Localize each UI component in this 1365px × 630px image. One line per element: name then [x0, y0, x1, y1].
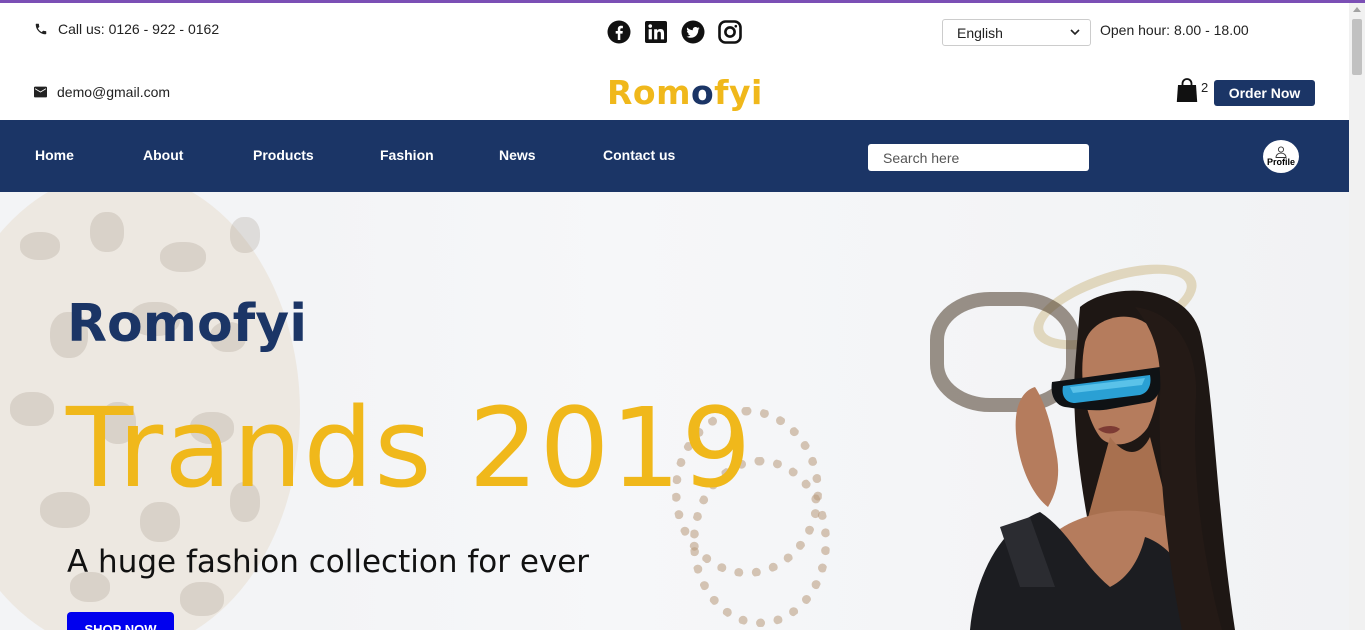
mail-icon — [34, 86, 47, 98]
search-input[interactable] — [868, 144, 1089, 171]
hero-banner: Romofyi Trands 2019 A huge fashion colle… — [0, 192, 1349, 630]
profile-label: Profile — [1266, 157, 1295, 167]
hero-brand: Romofyi — [67, 294, 308, 354]
cart-count: 2 — [1201, 80, 1209, 95]
phone-icon — [35, 23, 47, 35]
social-links — [607, 20, 742, 44]
logo-text-o: o — [690, 73, 715, 112]
shop-now-button[interactable]: SHOP NOW — [67, 612, 174, 630]
nav-item-news[interactable]: News — [499, 147, 536, 163]
profile-button[interactable]: Profile — [1263, 140, 1299, 173]
instagram-icon[interactable] — [718, 20, 742, 44]
cart-button[interactable]: 2 — [1176, 78, 1208, 103]
language-select[interactable]: English — [942, 19, 1091, 46]
nav-item-products[interactable]: Products — [253, 147, 314, 163]
main-nav: Home About Products Fashion News Contact… — [0, 120, 1349, 192]
nav-item-about[interactable]: About — [143, 147, 183, 163]
scroll-up-arrow-icon[interactable] — [1353, 7, 1361, 12]
hero-title: Trands 2019 — [66, 384, 753, 512]
logo-text-fyi: fyi — [714, 73, 763, 112]
phone-text: Call us: 0126 - 922 - 0162 — [58, 21, 220, 37]
header: Call us: 0126 - 922 - 0162 demo@gmail.co… — [0, 3, 1349, 120]
email-text: demo@gmail.com — [57, 84, 171, 100]
scrollbar[interactable] — [1349, 3, 1365, 630]
language-value: English — [957, 24, 1003, 41]
nav-item-contact[interactable]: Contact us — [603, 147, 675, 163]
hero-subtitle: A huge fashion collection for ever — [67, 544, 590, 580]
shopping-bag-icon — [1176, 78, 1198, 102]
page: Call us: 0126 - 922 - 0162 demo@gmail.co… — [0, 3, 1349, 630]
logo-text-rom: Rom — [607, 73, 691, 112]
nav-item-fashion[interactable]: Fashion — [380, 147, 434, 163]
phone-contact: Call us: 0126 - 922 - 0162 — [34, 21, 219, 37]
open-hour: Open hour: 8.00 - 18.00 — [1100, 22, 1249, 38]
facebook-icon[interactable] — [607, 20, 631, 44]
scrollbar-thumb[interactable] — [1352, 19, 1362, 75]
nav-item-home[interactable]: Home — [35, 147, 74, 163]
site-logo[interactable]: Romofyi — [607, 73, 763, 112]
order-now-button[interactable]: Order Now — [1214, 80, 1315, 106]
twitter-icon[interactable] — [681, 20, 705, 44]
email-contact: demo@gmail.com — [34, 84, 170, 100]
chevron-down-icon — [1070, 29, 1080, 36]
linkedin-icon[interactable] — [644, 20, 668, 44]
model-image — [970, 290, 1235, 630]
